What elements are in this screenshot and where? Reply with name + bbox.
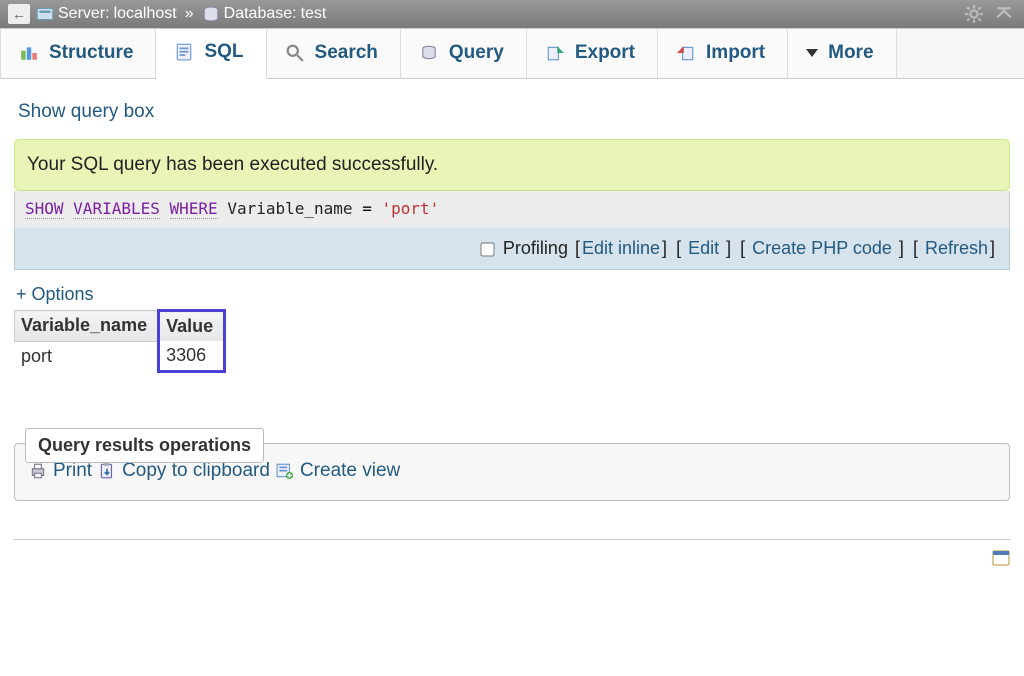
results-table: Variable_name Value port 3306 — [14, 309, 226, 373]
show-query-box-link[interactable]: Show query box — [18, 101, 154, 122]
sql-display: SHOW VARIABLES WHERE Variable_name = 'po… — [14, 191, 1010, 228]
profiling-toggle[interactable]: Profiling — [481, 238, 573, 258]
create-view-label: Create view — [300, 460, 400, 482]
import-icon — [677, 44, 695, 62]
export-icon — [546, 44, 564, 62]
breadcrumb: ← Server: localhost » Database: test — [0, 0, 1024, 28]
tab-label: Export — [575, 42, 635, 64]
print-label: Print — [53, 460, 92, 482]
tab-import[interactable]: Import — [658, 29, 788, 78]
tab-label: More — [828, 42, 873, 64]
database-name: test — [301, 5, 327, 23]
cell-variable-name: port — [15, 341, 159, 372]
gear-icon — [965, 5, 983, 23]
print-link[interactable]: Print — [29, 460, 92, 482]
ops-legend: Query results operations — [25, 428, 264, 463]
col-header-value[interactable]: Value — [159, 311, 225, 342]
tabstrip: Structure SQL Search Query Export Import… — [0, 28, 1024, 79]
back-button[interactable]: ← — [8, 4, 30, 24]
sql-keyword: VARIABLES — [73, 199, 160, 219]
clipboard-icon — [98, 462, 116, 480]
tab-more[interactable]: More — [788, 29, 896, 78]
options-toggle[interactable]: + Options — [16, 284, 94, 304]
sql-keyword: WHERE — [170, 199, 218, 219]
server-name: localhost — [114, 5, 177, 23]
tab-structure[interactable]: Structure — [0, 29, 156, 78]
tab-label: Import — [706, 42, 765, 64]
query-results-operations: Query results operations Print Copy to c… — [14, 443, 1010, 501]
create-view-icon — [276, 462, 294, 480]
create-php-link[interactable]: Create PHP code — [752, 238, 892, 258]
tab-export[interactable]: Export — [527, 29, 658, 78]
breadcrumb-database[interactable]: Database: test — [202, 5, 327, 23]
sql-string: 'port' — [381, 199, 439, 218]
settings-button[interactable] — [962, 4, 986, 24]
tab-query[interactable]: Query — [401, 29, 527, 78]
sql-keyword: SHOW — [25, 199, 64, 219]
print-icon — [29, 462, 47, 480]
success-message: Your SQL query has been executed success… — [14, 139, 1010, 191]
edit-link[interactable]: Edit — [688, 238, 719, 258]
sql-operator: = — [362, 199, 372, 218]
tab-search[interactable]: Search — [267, 29, 401, 78]
create-view-link[interactable]: Create view — [276, 460, 400, 482]
profiling-label: Profiling — [503, 238, 568, 258]
structure-icon — [20, 44, 38, 62]
server-label: Server: — [58, 5, 110, 23]
copy-label: Copy to clipboard — [122, 460, 270, 482]
refresh-link[interactable]: Refresh — [925, 238, 988, 258]
search-icon — [286, 44, 304, 62]
breadcrumb-server[interactable]: Server: localhost — [36, 5, 177, 23]
tab-label: SQL — [204, 41, 243, 63]
edit-inline-link[interactable]: Edit inline — [582, 238, 660, 258]
table-row: port 3306 — [15, 341, 225, 372]
collapse-button[interactable] — [992, 4, 1016, 24]
sql-identifier: Variable_name — [227, 199, 352, 218]
bottom-separator — [14, 539, 1010, 540]
sql-icon — [175, 43, 193, 61]
tab-label: Structure — [49, 42, 133, 64]
window-icon — [992, 550, 1010, 566]
tab-label: Query — [449, 42, 504, 64]
database-icon — [202, 5, 220, 23]
query-action-bar: Profiling [Edit inline] [ Edit ] [ Creat… — [14, 228, 1010, 270]
cell-value: 3306 — [159, 341, 225, 372]
query-icon — [420, 44, 438, 62]
chevron-down-icon — [806, 49, 818, 57]
tab-sql[interactable]: SQL — [156, 29, 266, 79]
database-label: Database: — [224, 5, 297, 23]
tab-label: Search — [315, 42, 378, 64]
breadcrumb-separator: » — [185, 5, 194, 23]
copy-clipboard-link[interactable]: Copy to clipboard — [98, 460, 270, 482]
col-header-variable-name[interactable]: Variable_name — [15, 311, 159, 342]
open-new-window-button[interactable] — [992, 550, 1010, 571]
table-header-row: Variable_name Value — [15, 311, 225, 342]
profiling-checkbox[interactable] — [480, 242, 494, 256]
chevron-up-icon — [995, 5, 1013, 23]
server-icon — [36, 5, 54, 23]
